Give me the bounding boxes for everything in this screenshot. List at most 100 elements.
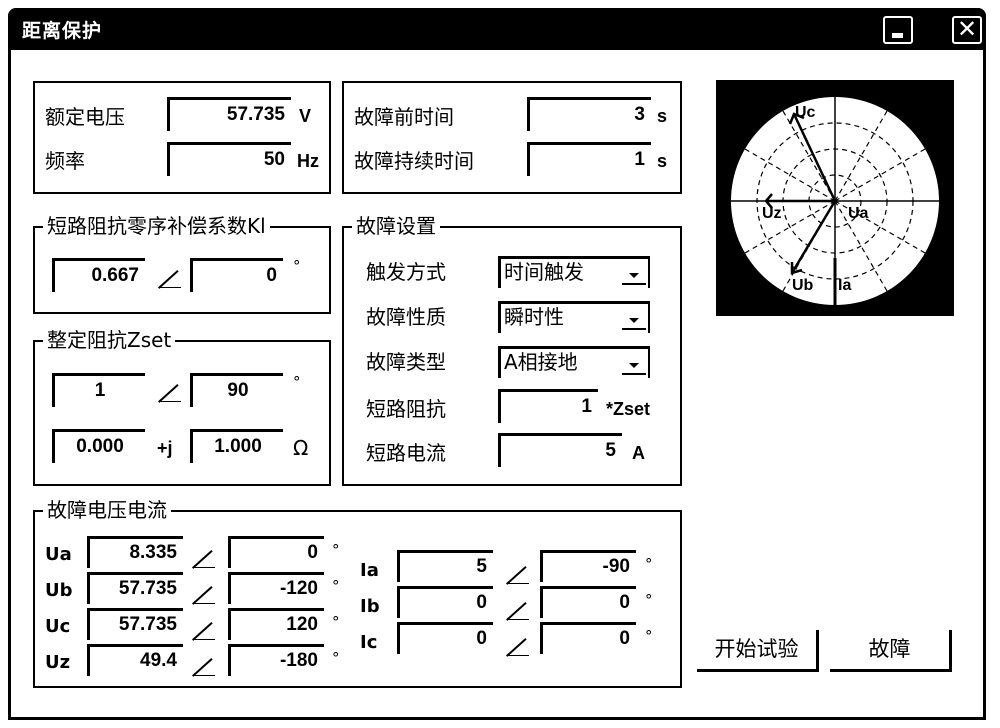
uz-angle-input[interactable]: -180: [228, 644, 324, 676]
ohm-label: Ω: [293, 436, 309, 460]
ic-magnitude-input[interactable]: 0: [397, 622, 493, 654]
rated-panel: 额定电压 57.735 V 频率 50 Hz: [33, 81, 331, 194]
fault-settings-title: 故障设置: [352, 214, 440, 238]
ub-label: Ub: [45, 580, 73, 601]
angle-icon: [507, 600, 529, 620]
close-icon[interactable]: ✕: [952, 16, 982, 44]
ib-degree-label: °: [645, 591, 653, 609]
fault-button[interactable]: 故障: [830, 630, 952, 672]
short-current-unit: A: [632, 443, 645, 463]
short-impedance-label: 短路阻抗: [366, 397, 446, 421]
uc-label: Uc: [45, 616, 71, 637]
ia-magnitude-input[interactable]: 5: [397, 550, 493, 582]
kl-degree-label: °: [293, 257, 301, 275]
chevron-down-icon[interactable]: [622, 263, 646, 285]
rated-voltage-input[interactable]: 57.735: [167, 97, 291, 131]
uc-magnitude-input[interactable]: 57.735: [87, 608, 183, 640]
uz-degree-label: °: [332, 649, 340, 667]
angle-icon: [193, 620, 215, 640]
fault-type-value: A相接地: [504, 350, 578, 374]
short-current-input[interactable]: 5: [498, 433, 622, 467]
ua-angle-input[interactable]: 0: [228, 536, 324, 568]
angle-icon: [193, 656, 215, 676]
pre-fault-time-unit: s: [657, 106, 668, 126]
phasor-diagram: Uc Uz Ua Ub Ia: [716, 80, 954, 316]
fault-nature-select[interactable]: 瞬时性: [498, 301, 650, 333]
zset-panel: 整定阻抗Zset 1 90 ° 0.000 +j 1.000 Ω: [33, 328, 331, 486]
ua-label: Ua: [848, 205, 869, 222]
zset-magnitude-input[interactable]: 1: [52, 373, 145, 407]
zset-title: 整定阻抗Zset: [43, 328, 176, 352]
minimize-icon[interactable]: [883, 16, 913, 44]
ib-magnitude-input[interactable]: 0: [397, 586, 493, 618]
fault-duration-label: 故障持续时间: [354, 149, 474, 173]
angle-icon: [193, 548, 215, 568]
ic-degree-label: °: [645, 627, 653, 645]
title-bar[interactable]: 距离保护 ✕: [8, 8, 986, 50]
zset-j-label: +j: [157, 438, 173, 458]
ua-magnitude-input[interactable]: 8.335: [87, 536, 183, 568]
ub-label: Ub: [792, 277, 814, 294]
ub-magnitude-input[interactable]: 57.735: [87, 572, 183, 604]
phasor-svg: Uc Uz Ua Ub Ia: [731, 97, 939, 305]
fault-duration-input[interactable]: 1: [527, 142, 651, 176]
fault-vi-panel: 故障电压电流 Ua 8.335 0 ° Ub 57.735 -120 ° Uc 57.735 120…: [33, 498, 682, 688]
kl-angle-input[interactable]: 0: [190, 258, 283, 292]
zset-real-input[interactable]: 0.000: [52, 429, 145, 463]
kl-magnitude-input[interactable]: 0.667: [52, 258, 145, 292]
ic-label: Ic: [360, 632, 378, 653]
uz-label: Uz: [762, 205, 782, 222]
zset-degree-label: °: [293, 373, 301, 391]
uz-label: Uz: [45, 652, 71, 673]
ia-angle-input[interactable]: -90: [540, 550, 636, 582]
fault-duration-unit: s: [657, 151, 668, 171]
angle-icon: [193, 584, 215, 604]
trigger-mode-label: 触发方式: [366, 260, 446, 284]
short-impedance-input[interactable]: 1: [498, 389, 598, 423]
pre-fault-time-label: 故障前时间: [354, 105, 454, 129]
angle-icon: [159, 268, 181, 288]
chevron-down-icon[interactable]: [622, 353, 646, 375]
trigger-mode-value: 时间触发: [504, 260, 584, 284]
ia-degree-label: °: [645, 555, 653, 573]
fault-nature-label: 故障性质: [366, 305, 446, 329]
zset-imag-input[interactable]: 1.000: [190, 429, 283, 463]
window-title: 距离保护: [22, 20, 103, 42]
angle-icon: [507, 564, 529, 584]
frequency-unit: Hz: [297, 151, 319, 171]
ib-angle-input[interactable]: 0: [540, 586, 636, 618]
ub-angle-input[interactable]: -120: [228, 572, 324, 604]
fault-vi-title: 故障电压电流: [43, 498, 171, 522]
frequency-label: 频率: [45, 149, 85, 173]
fault-type-label: 故障类型: [366, 350, 446, 374]
short-impedance-unit: *Zset: [606, 399, 651, 419]
uc-angle-input[interactable]: 120: [228, 608, 324, 640]
fault-nature-value: 瞬时性: [504, 305, 564, 329]
timing-panel: 故障前时间 3 s 故障持续时间 1 s: [342, 81, 682, 194]
rated-voltage-label: 额定电压: [45, 105, 125, 129]
pre-fault-time-input[interactable]: 3: [527, 97, 651, 131]
ib-label: Ib: [360, 596, 380, 617]
chevron-down-icon[interactable]: [622, 308, 646, 330]
fault-type-select[interactable]: A相接地: [498, 346, 650, 378]
uc-degree-label: °: [332, 613, 340, 631]
ia-label: Ia: [360, 560, 379, 581]
trigger-mode-select[interactable]: 时间触发: [498, 256, 650, 288]
frequency-input[interactable]: 50: [167, 142, 291, 176]
start-test-button[interactable]: 开始试验: [697, 630, 819, 672]
fault-settings-panel: 故障设置 触发方式 时间触发 故障性质 瞬时性 故障类型 A相接地 短路阻抗 1…: [342, 214, 682, 486]
angle-icon: [507, 636, 529, 656]
ub-degree-label: °: [332, 577, 340, 595]
rated-voltage-unit: V: [299, 106, 312, 126]
uz-magnitude-input[interactable]: 49.4: [87, 644, 183, 676]
uc-label: Uc: [795, 104, 816, 121]
angle-icon: [159, 382, 181, 402]
kl-panel: 短路阻抗零序补偿系数Kl 0.667 0 °: [33, 214, 331, 314]
ua-label: Ua: [45, 544, 72, 565]
zset-angle-input[interactable]: 90: [190, 373, 283, 407]
ua-degree-label: °: [332, 541, 340, 559]
kl-title: 短路阻抗零序补偿系数Kl: [43, 214, 270, 238]
short-current-label: 短路电流: [366, 441, 446, 465]
ic-angle-input[interactable]: 0: [540, 622, 636, 654]
ia-label: Ia: [838, 277, 851, 294]
